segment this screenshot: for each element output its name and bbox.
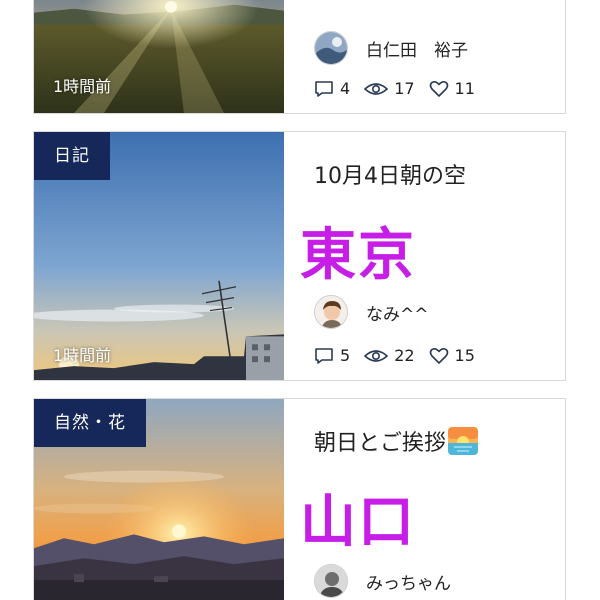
post-time: 1時間前 [53, 346, 112, 365]
comment-count: 5 [314, 346, 350, 365]
post-body[interactable]: 朝日とご挨拶 山口 みっちゃん [284, 399, 565, 600]
eye-icon [364, 82, 389, 95]
heart-icon[interactable] [429, 347, 449, 365]
author-name[interactable]: なみ^^ [366, 300, 429, 325]
author-avatar[interactable] [314, 31, 348, 65]
post-thumbnail[interactable]: 日記 1時間前 [34, 132, 284, 380]
view-count: 17 [364, 79, 415, 98]
post-card[interactable]: 1時間前 白仁田 裕子 4 17 11 [33, 0, 566, 114]
like-count[interactable]: 11 [429, 79, 475, 98]
sunrise-emoji-graphic [448, 427, 479, 455]
avatar-photo [315, 32, 347, 64]
post-title[interactable]: 10月4日朝の空 [314, 158, 466, 190]
author-avatar[interactable] [314, 564, 348, 598]
view-count-value: 22 [394, 346, 415, 365]
post-time: 1時間前 [53, 77, 112, 96]
post-stats: 4 17 11 [314, 79, 489, 98]
avatar-photo [315, 565, 347, 597]
avatar-photo [315, 296, 347, 328]
post-body[interactable]: 10月4日朝の空 東京 なみ^^ 5 22 15 [284, 132, 565, 380]
author-name[interactable]: みっちゃん [366, 569, 451, 594]
eye-icon [364, 349, 389, 362]
post-card[interactable]: 自然・花 朝日とご挨拶 山口 みっちゃん [33, 398, 566, 600]
comment-icon [315, 80, 333, 97]
like-count-value: 11 [454, 79, 475, 98]
post-author[interactable]: みっちゃん [314, 564, 451, 598]
comment-count: 4 [314, 79, 350, 98]
post-title[interactable]: 朝日とご挨拶 [314, 425, 479, 457]
comment-count-value: 4 [340, 79, 351, 98]
post-thumbnail[interactable]: 自然・花 [34, 399, 284, 600]
region-label: 東京 [300, 223, 416, 288]
comment-icon [315, 347, 333, 364]
author-avatar[interactable] [314, 295, 348, 329]
post-title-text: 朝日とご挨拶 [314, 431, 447, 456]
author-name[interactable]: 白仁田 裕子 [366, 36, 468, 61]
post-stats: 5 22 15 [314, 346, 489, 365]
like-count-value: 15 [454, 346, 475, 365]
category-badge[interactable]: 自然・花 [34, 399, 146, 447]
view-count: 22 [364, 346, 415, 365]
post-thumbnail[interactable]: 1時間前 [34, 0, 284, 113]
sunrise-emoji-icon [448, 427, 479, 455]
post-author[interactable]: なみ^^ [314, 295, 429, 329]
post-card[interactable]: 日記 1時間前 10月4日朝の空 東京 なみ^^ 5 22 15 [33, 131, 566, 381]
like-count[interactable]: 15 [429, 346, 475, 365]
view-count-value: 17 [394, 79, 415, 98]
post-body[interactable]: 白仁田 裕子 4 17 11 [284, 0, 565, 113]
comment-count-value: 5 [340, 346, 351, 365]
region-label: 山口 [300, 490, 416, 555]
post-author[interactable]: 白仁田 裕子 [314, 31, 468, 65]
heart-icon[interactable] [429, 80, 449, 98]
category-badge[interactable]: 日記 [34, 132, 110, 180]
